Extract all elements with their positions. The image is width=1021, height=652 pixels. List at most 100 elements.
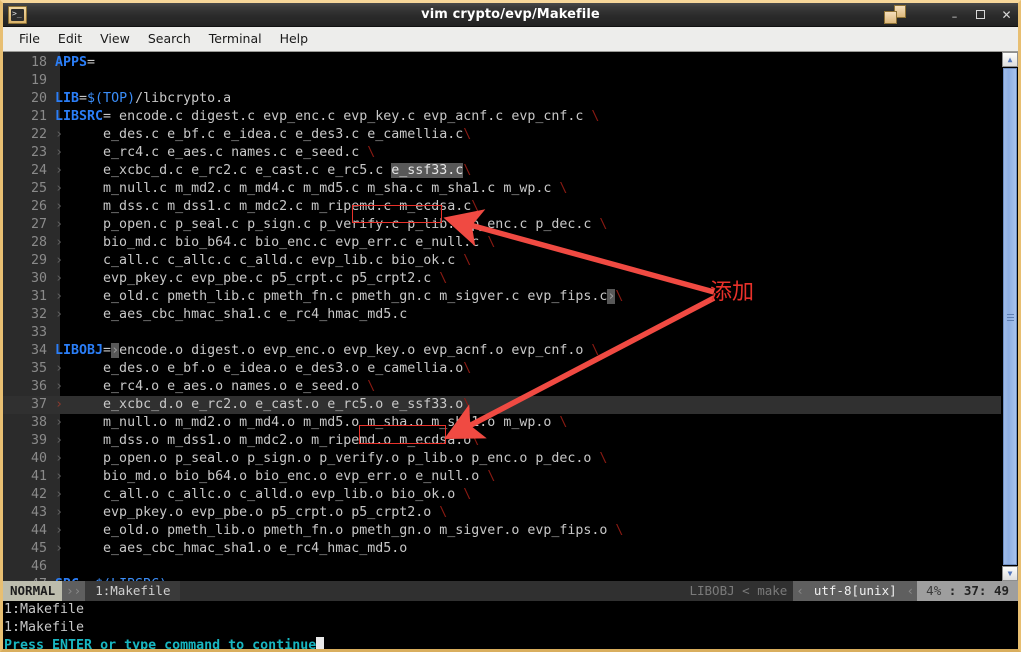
line-text: evp_pkey.o evp_pbe.o p5_crpt.o p5_crpt2.… [103,505,448,520]
close-button[interactable]: ✕ [999,6,1014,24]
tab-indicator-icon: › [55,217,104,232]
tab-indicator-icon: › [55,163,104,178]
line-text: e_aes_cbc_hmac_sha1.c e_rc4_hmac_md5.c [103,307,408,322]
maximize-button[interactable] [973,6,988,24]
scrollbar-grip-icon [1007,313,1014,321]
line-text: e_des.c e_bf.c e_idea.c e_des3.c e_camel… [103,127,472,142]
line-number: 44 [3,522,51,540]
buffer-line[interactable]: 22 › e_des.c e_bf.c e_idea.c e_des3.c e_c… [3,126,1001,144]
line-text: LIBOBJ=›encode.o digest.o evp_enc.o evp_… [55,343,600,358]
annotation-label: 添加 [710,280,755,305]
line-continuation: \ [487,235,496,250]
menu-file[interactable]: File [10,29,49,49]
buffer-line[interactable]: 44 › e_old.o pmeth_lib.o pmeth_fn.o pmeth… [3,522,1001,540]
tab-indicator-icon: › [55,523,104,538]
line-text: m_null.o m_md2.o m_md4.o m_md5.o m_sha.o… [103,415,568,430]
tab-indicator-icon: › [55,469,104,484]
line-text: e_rc4.c e_aes.c names.c e_seed.c \ [103,145,376,160]
text-buffer[interactable]: 18 APPS= 19 20 LIB=$(TOP)/libcrypto.a 21 LIBSR… [3,52,1001,581]
buffer-line[interactable]: 43 › evp_pkey.o evp_pbe.o p5_crpt.o p5_cr… [3,504,1001,522]
menu-help[interactable]: Help [271,29,318,49]
makefile-variable: LIBSRC [55,109,104,124]
vertical-scrollbar[interactable]: ▲ ▼ [1001,52,1018,581]
line-continuation: \ [439,271,448,286]
line-text: p_open.o p_seal.o p_sign.o p_verify.o p_… [103,451,608,466]
buffer-line[interactable]: 38 › m_null.o m_md2.o m_md4.o m_md5.o m_s… [3,414,1001,432]
buffer-line[interactable]: 30 › evp_pkey.c evp_pbe.c p5_crpt.c p5_cr… [3,270,1001,288]
buffer-line[interactable]: 34 LIBOBJ=›encode.o digest.o evp_enc.o ev… [3,342,1001,360]
line-continuation: \ [559,181,568,196]
line-number: 21 [3,108,51,126]
buffer-line[interactable]: 39 › m_dss.o m_dss1.o m_mdc2.o m_ripemd.o… [3,432,1001,450]
menu-terminal[interactable]: Terminal [200,29,271,49]
buffer-line[interactable]: 18 APPS= [3,54,1001,72]
buffer-line[interactable]: 29 › c_all.c c_allc.c c_alld.c evp_lib.c … [3,252,1001,270]
scroll-down-button[interactable]: ▼ [1002,566,1018,581]
line-continuation: \ [367,145,376,160]
line-text: m_dss.c m_dss1.c m_mdc2.c m_ripemd.c m_e… [103,199,480,214]
line-continuation: \ [487,469,496,484]
buffer-line[interactable]: 36 › e_rc4.o e_aes.o names.o e_seed.o \ [3,378,1001,396]
line-number: 31 [3,288,51,306]
buffer-line[interactable]: 19 [3,72,1001,90]
tab-indicator-icon: › [55,289,104,304]
buffer-lines: 18 APPS= 19 20 LIB=$(TOP)/libcrypto.a 21 LIBSR… [3,52,1001,581]
line-number: 22 [3,126,51,144]
scrollbar-thumb[interactable] [1003,68,1017,565]
status-context: LIBOBJ < make [683,581,794,601]
buffer-line[interactable]: 45 › e_aes_cbc_hmac_sha1.o e_rc4_hmac_md5… [3,540,1001,558]
tab-indicator-icon: › [55,235,104,250]
buffer-line[interactable]: 31 › e_old.c pmeth_lib.c pmeth_fn.c pmeth… [3,288,1001,306]
tab-indicator-icon: › [55,541,104,556]
tab-indicator-icon: › [55,199,104,214]
line-number: 40 [3,450,51,468]
line-text: bio_md.o bio_b64.o bio_enc.o evp_err.o e… [103,469,496,484]
buffer-line[interactable]: 42 › c_all.o c_allc.o c_alld.o evp_lib.o … [3,486,1001,504]
buffer-line[interactable]: 27 › p_open.c p_seal.c p_sign.c p_verify.… [3,216,1001,234]
continue-prompt[interactable]: Press ENTER or type command to continue [3,637,1018,649]
buffer-line[interactable]: 32 › e_aes_cbc_hmac_sha1.c e_rc4_hmac_md5… [3,306,1001,324]
windows-stack-icon [884,4,906,25]
status-position-separator: : [948,583,957,598]
window-title: vim crypto/evp/Makefile [421,7,600,22]
status-encoding-chevron-icon: ‹ [903,581,918,601]
buffer-line[interactable]: 25 › m_null.c m_md2.c m_md4.c m_md5.c m_s… [3,180,1001,198]
line-number: 41 [3,468,51,486]
terminal-icon-glyph: >_ [12,8,22,18]
buffer-line[interactable]: 28 › bio_md.c bio_b64.c bio_enc.c evp_err… [3,234,1001,252]
buffer-line[interactable]: 24 › e_xcbc_d.c e_rc2.c e_cast.c e_rc5.c … [3,162,1001,180]
buffer-line[interactable]: 46 [3,558,1001,576]
status-mode: NORMAL [3,581,63,601]
command-message-area[interactable]: 1:Makefile 1:Makefile Press ENTER or typ… [3,601,1018,649]
minimize-button[interactable]: – [947,4,962,26]
line-text: m_null.c m_md2.c m_md4.c m_md5.c m_sha.c… [103,181,568,196]
buffer-line[interactable]: 35 › e_des.o e_bf.o e_idea.o e_des3.o e_c… [3,360,1001,378]
menu-view[interactable]: View [91,29,139,49]
buffer-line[interactable]: 26 › m_dss.c m_dss1.c m_mdc2.c m_ripemd.c… [3,198,1001,216]
line-number: 37 [3,396,51,414]
buffer-line[interactable]: 40 › p_open.o p_seal.o p_sign.o p_verify.… [3,450,1001,468]
menu-edit[interactable]: Edit [49,29,91,49]
line-text: c_all.c c_allc.c c_alld.c evp_lib.c bio_… [103,253,472,268]
buffer-line[interactable]: 21 LIBSRC= encode.c digest.c evp_enc.c ev… [3,108,1001,126]
scroll-up-button[interactable]: ▲ [1002,52,1018,67]
window-titlebar[interactable]: >_ vim crypto/evp/Makefile – ✕ [3,3,1018,27]
buffer-line[interactable]: 37 › e_xcbc_d.o e_rc2.o e_cast.o e_rc5.o … [3,396,1001,414]
menu-search[interactable]: Search [139,29,200,49]
buffer-line[interactable]: 47 SRC= $(LIBSRC) [3,576,1001,581]
line-continuation: \ [463,253,472,268]
status-separator-icon: ›› [62,581,86,601]
line-text: c_all.o c_allc.o c_alld.o evp_lib.o bio_… [103,487,472,502]
buffer-line[interactable]: 23 › e_rc4.c e_aes.c names.c e_seed.c \ [3,144,1001,162]
line-text: e_old.c pmeth_lib.c pmeth_fn.c pmeth_gn.… [103,289,624,304]
buffer-line[interactable]: 41 › bio_md.o bio_b64.o bio_enc.o evp_err… [3,468,1001,486]
line-continuation: \ [463,127,472,142]
status-percent: 4% [926,583,942,598]
line-text: p_open.c p_seal.c p_sign.c p_verify.c p_… [103,217,608,232]
line-number: 34 [3,342,51,360]
status-context-chevron-icon: ‹ [793,581,807,601]
line-continuation: \ [615,289,624,304]
buffer-line[interactable]: 33 [3,324,1001,342]
inline-tab-indicator-icon: › [111,343,120,358]
buffer-line[interactable]: 20 LIB=$(TOP)/libcrypto.a [3,90,1001,108]
